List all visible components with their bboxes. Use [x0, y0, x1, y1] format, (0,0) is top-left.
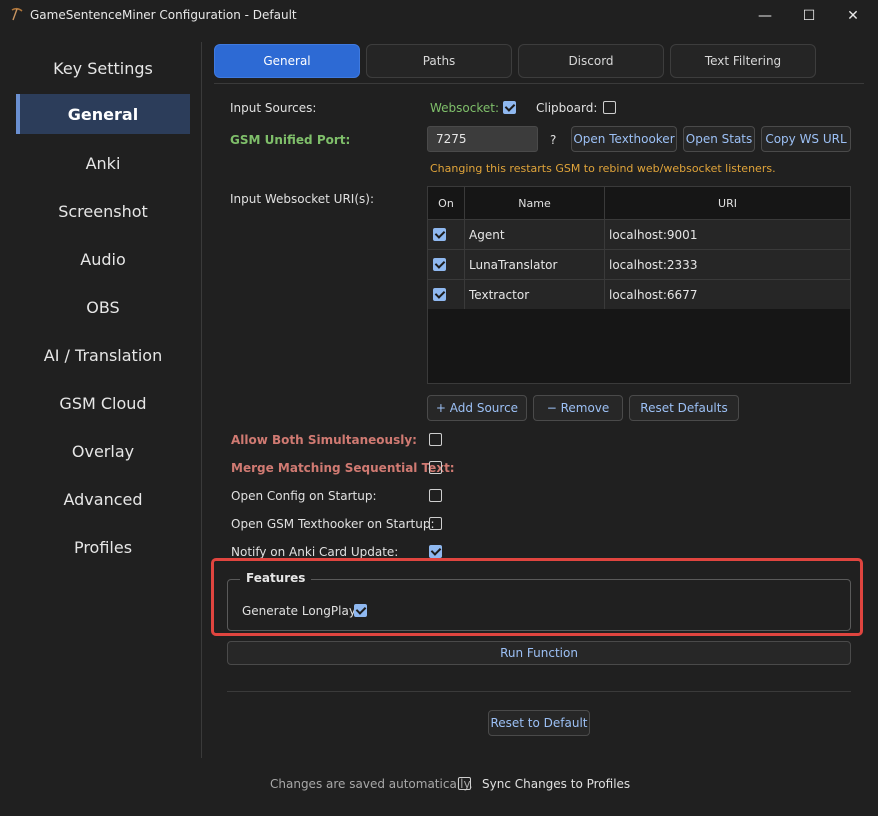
- table-row[interactable]: Textractor localhost:6677: [428, 279, 850, 309]
- sidebar-item-general[interactable]: General: [16, 94, 190, 134]
- open-config-startup-checkbox[interactable]: [429, 489, 442, 502]
- close-button[interactable]: ✕: [830, 0, 876, 32]
- ws-uri-table: On Name URI Agent localhost:9001 LunaTra…: [427, 186, 851, 384]
- highlight-frame: [211, 558, 863, 636]
- row-enabled-checkbox[interactable]: [433, 288, 446, 301]
- sidebar-item-advanced[interactable]: Advanced: [16, 479, 190, 519]
- pickaxe-icon: [11, 7, 23, 21]
- help-icon[interactable]: ?: [550, 133, 556, 147]
- copy-ws-url-button[interactable]: Copy WS URL: [761, 126, 851, 152]
- sidebar-item-overlay[interactable]: Overlay: [16, 431, 190, 471]
- remove-button[interactable]: − Remove: [533, 395, 623, 421]
- add-source-button[interactable]: + Add Source: [427, 395, 527, 421]
- open-texthooker-button[interactable]: Open Texthooker: [571, 126, 677, 152]
- row-enabled-checkbox[interactable]: [433, 228, 446, 241]
- clipboard-label: Clipboard:: [536, 101, 598, 115]
- sync-profiles-label: Sync Changes to Profiles: [482, 777, 631, 791]
- sidebar-item-key-settings[interactable]: Key Settings: [16, 48, 190, 88]
- tab-paths[interactable]: Paths: [366, 44, 512, 78]
- sidebar-item-obs[interactable]: OBS: [16, 287, 190, 327]
- sidebar-divider: [201, 42, 202, 758]
- open-texthooker-startup-checkbox[interactable]: [429, 517, 442, 530]
- ws-uris-label: Input Websocket URI(s):: [230, 192, 374, 206]
- sidebar-item-profiles[interactable]: Profiles: [16, 527, 190, 567]
- unified-port-label: GSM Unified Port:: [230, 133, 351, 147]
- websocket-label: Websocket:: [430, 101, 500, 115]
- clipboard-checkbox[interactable]: [603, 101, 616, 114]
- merge-matching-label: Merge Matching Sequential Text:: [231, 461, 455, 475]
- sidebar-item-screenshot[interactable]: Screenshot: [16, 191, 190, 231]
- reset-defaults-button[interactable]: Reset Defaults: [629, 395, 739, 421]
- column-header-uri[interactable]: URI: [605, 187, 850, 220]
- open-stats-button[interactable]: Open Stats: [683, 126, 755, 152]
- sync-profiles-checkbox[interactable]: [458, 777, 471, 790]
- sidebar-item-audio[interactable]: Audio: [16, 239, 190, 279]
- tab-divider: [214, 83, 864, 84]
- minimize-button[interactable]: —: [742, 0, 788, 32]
- tab-discord[interactable]: Discord: [518, 44, 664, 78]
- open-config-startup-label: Open Config on Startup:: [231, 489, 377, 503]
- notify-anki-checkbox[interactable]: [429, 545, 442, 558]
- row-enabled-checkbox[interactable]: [433, 258, 446, 271]
- unified-port-input[interactable]: 7275: [427, 126, 538, 152]
- input-sources-label: Input Sources:: [230, 101, 317, 115]
- reset-to-default-button[interactable]: Reset to Default: [488, 710, 590, 736]
- table-row[interactable]: Agent localhost:9001: [428, 219, 850, 249]
- notify-anki-label: Notify on Anki Card Update:: [231, 545, 399, 559]
- run-function-button[interactable]: Run Function: [227, 641, 851, 665]
- row-uri[interactable]: localhost:2333: [605, 250, 850, 279]
- tab-general[interactable]: General: [214, 44, 360, 78]
- row-uri[interactable]: localhost:6677: [605, 280, 850, 309]
- row-name[interactable]: Agent: [465, 220, 605, 249]
- allow-both-checkbox[interactable]: [429, 433, 442, 446]
- section-divider: [227, 691, 851, 692]
- tab-text-filtering[interactable]: Text Filtering: [670, 44, 816, 78]
- merge-matching-checkbox[interactable]: [429, 461, 442, 474]
- row-name[interactable]: LunaTranslator: [465, 250, 605, 279]
- auto-save-text: Changes are saved automatically.: [270, 777, 473, 791]
- window-title: GameSentenceMiner Configuration - Defaul…: [30, 8, 297, 22]
- row-uri[interactable]: localhost:9001: [605, 220, 850, 249]
- sidebar-item-anki[interactable]: Anki: [16, 143, 190, 183]
- sidebar-item-gsm-cloud[interactable]: GSM Cloud: [16, 383, 190, 423]
- allow-both-label: Allow Both Simultaneously:: [231, 433, 417, 447]
- row-name[interactable]: Textractor: [465, 280, 605, 309]
- title-bar: GameSentenceMiner Configuration - Defaul…: [0, 0, 878, 32]
- open-texthooker-startup-label: Open GSM Texthooker on Startup:: [231, 517, 435, 531]
- column-header-name[interactable]: Name: [465, 187, 605, 220]
- column-header-on[interactable]: On: [428, 187, 465, 220]
- table-row[interactable]: LunaTranslator localhost:2333: [428, 249, 850, 279]
- port-warning-text: Changing this restarts GSM to rebind web…: [430, 162, 776, 175]
- sidebar-item-ai-translation[interactable]: AI / Translation: [16, 335, 190, 375]
- websocket-checkbox[interactable]: [503, 101, 516, 114]
- maximize-button[interactable]: ☐: [786, 0, 832, 32]
